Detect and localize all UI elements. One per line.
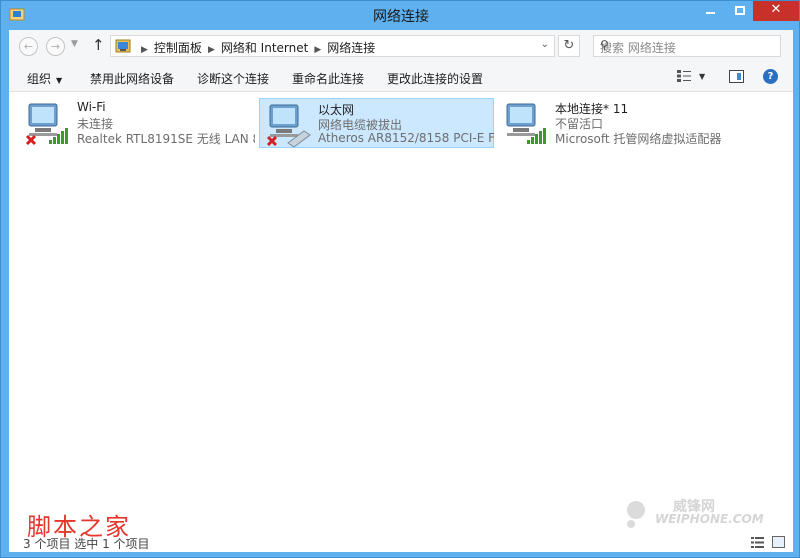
- connection-device: Atheros AR8152/8158 PCI-E Fa...: [318, 131, 494, 145]
- search-box[interactable]: 搜索 网络连接 ⚲: [593, 35, 781, 57]
- view-dropdown[interactable]: ▼: [699, 72, 705, 81]
- minimize-button[interactable]: [693, 1, 727, 21]
- control-panel-icon: [115, 39, 131, 53]
- breadcrumb: ▶ 控制面板 ▶ 网络和 Internet ▶ 网络连接: [135, 39, 375, 56]
- connection-item-local-11[interactable]: 本地连接* 11 不留活口 Microsoft 托管网络虚拟适配器: [497, 98, 767, 148]
- arrow-left-icon: ←: [23, 40, 34, 53]
- close-icon: ✕: [770, 2, 782, 17]
- search-icon[interactable]: ⚲: [600, 38, 774, 52]
- maximize-icon: [735, 6, 745, 15]
- window-frame: 网络连接 ✕ ← → ▼ ↑ ▶ 控制面板 ▶ 网络和 Internet ▶ 网络连接 ⌄: [0, 0, 800, 558]
- weiphone-watermark: 威锋网 WEIPHONE.COM: [621, 494, 781, 534]
- chevron-right-icon: ▶: [207, 45, 215, 55]
- arrow-right-icon: →: [50, 40, 61, 53]
- navigation-bar: ← → ▼ ↑ ▶ 控制面板 ▶ 网络和 Internet ▶ 网络连接 ⌄ ↻ 搜索 网…: [9, 30, 793, 62]
- minimize-icon: [705, 12, 715, 14]
- window-title: 网络连接: [373, 9, 429, 25]
- refresh-icon: ↻: [563, 38, 575, 53]
- jb51-watermark: 脚本之家: [27, 513, 131, 541]
- breadcrumb-control-panel[interactable]: 控制面板: [154, 41, 202, 55]
- refresh-button[interactable]: ↻: [558, 35, 580, 57]
- wifi-disconnected-icon: [25, 103, 68, 146]
- chevron-right-icon: ▶: [314, 45, 322, 55]
- connection-item-ethernet[interactable]: 以太网 网络电缆被拔出 Atheros AR8152/8158 PCI-E Fa…: [259, 98, 494, 148]
- weiphone-logo-icon: [627, 501, 645, 528]
- large-icons-view-icon[interactable]: [772, 536, 785, 548]
- diagnose-button[interactable]: 诊断这个连接: [197, 70, 269, 87]
- rename-button[interactable]: 重命名此连接: [292, 70, 364, 87]
- preview-pane-button[interactable]: [729, 70, 744, 83]
- disable-device-button[interactable]: 禁用此网络设备: [90, 70, 174, 87]
- address-bar[interactable]: ▶ 控制面板 ▶ 网络和 Internet ▶ 网络连接 ⌄: [110, 35, 555, 57]
- chevron-right-icon: ▶: [141, 45, 148, 55]
- arrow-up-icon: ↑: [92, 36, 105, 54]
- chevron-down-icon: ▼: [56, 76, 63, 85]
- help-icon[interactable]: ?: [763, 69, 778, 84]
- ethernet-unplugged-icon: [266, 104, 311, 147]
- command-bar: 组织 ▼ 禁用此网络设备 诊断这个连接 重命名此连接 更改此连接的设置 ▼ ?: [9, 62, 793, 92]
- breadcrumb-network-internet[interactable]: 网络和 Internet: [221, 41, 308, 55]
- connection-device: Microsoft 托管网络虚拟适配器: [555, 132, 722, 146]
- address-history-dropdown[interactable]: ⌄: [541, 39, 549, 50]
- close-button[interactable]: ✕: [753, 1, 799, 21]
- organize-menu-button[interactable]: 组织 ▼: [27, 70, 62, 87]
- details-view-icon[interactable]: [751, 537, 764, 548]
- up-button[interactable]: ↑: [92, 36, 105, 54]
- title-bar[interactable]: 网络连接 ✕: [1, 1, 800, 29]
- explorer-client: ← → ▼ ↑ ▶ 控制面板 ▶ 网络和 Internet ▶ 网络连接 ⌄ ↻ 搜索 网…: [9, 30, 793, 552]
- connection-name: Wi-Fi: [77, 100, 106, 114]
- change-settings-button[interactable]: 更改此连接的设置: [387, 70, 483, 87]
- breadcrumb-network-connections[interactable]: 网络连接: [327, 41, 375, 55]
- recent-locations-dropdown[interactable]: ▼: [71, 39, 78, 49]
- network-connected-icon: [506, 103, 546, 144]
- connections-list: Wi-Fi 未连接 Realtek RTL8191SE 无线 LAN 8... …: [9, 93, 793, 533]
- view-options-icon[interactable]: [677, 70, 691, 82]
- connection-item-wifi[interactable]: Wi-Fi 未连接 Realtek RTL8191SE 无线 LAN 8...: [19, 98, 257, 148]
- connection-device: Realtek RTL8191SE 无线 LAN 8...: [77, 132, 255, 146]
- weiphone-en-text: WEIPHONE.COM: [655, 512, 764, 526]
- organize-label: 组织: [27, 72, 52, 86]
- maximize-button[interactable]: [727, 1, 753, 21]
- forward-button[interactable]: →: [46, 37, 65, 56]
- back-button[interactable]: ←: [19, 37, 38, 56]
